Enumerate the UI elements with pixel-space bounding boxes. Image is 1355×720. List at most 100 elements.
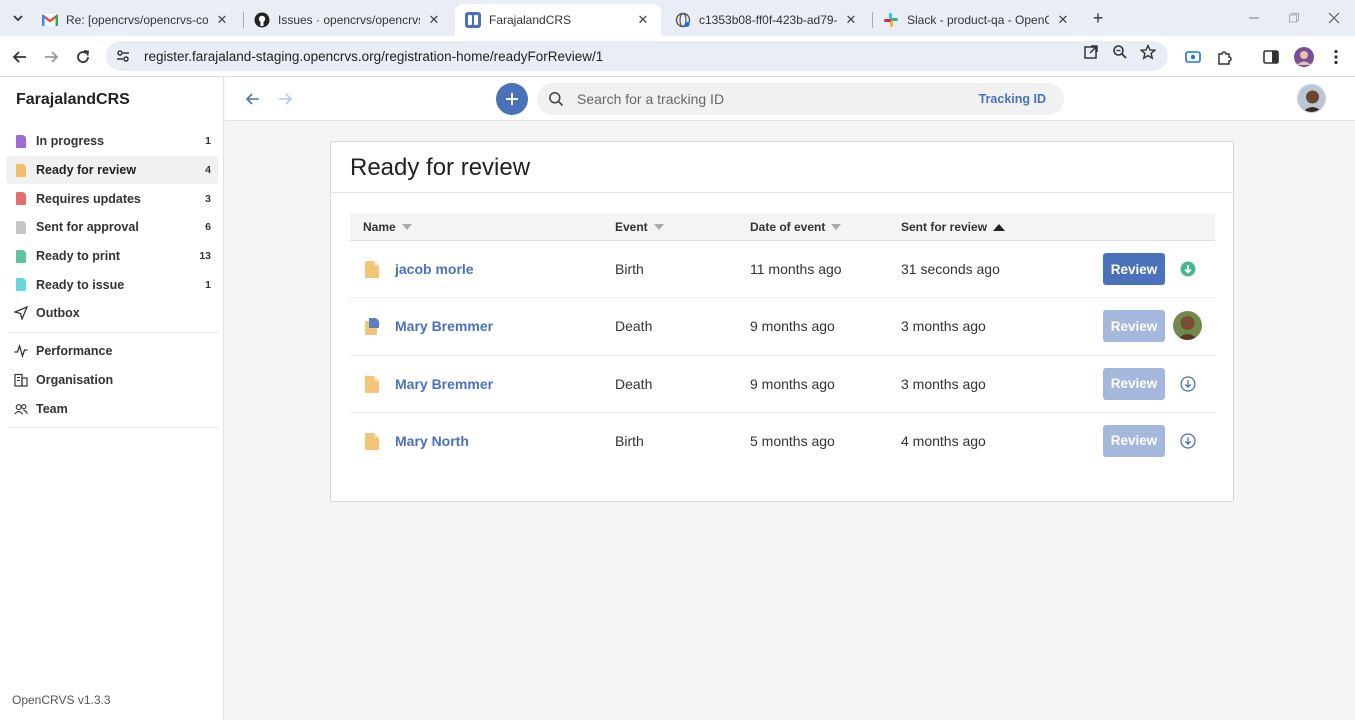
- search-bar: Tracking ID: [537, 83, 1064, 115]
- download-icon[interactable]: [1179, 375, 1197, 393]
- search-icon: [547, 90, 565, 108]
- record-sent-for-review: 31 seconds ago: [901, 261, 1000, 277]
- app-forward-button[interactable]: [275, 89, 295, 109]
- record-name-link[interactable]: jacob morle: [395, 261, 474, 277]
- record-name-link[interactable]: Mary North: [395, 433, 469, 449]
- browser-toolbar: register.farajaland-staging.opencrvs.org…: [0, 36, 1355, 77]
- minimize-button[interactable]: [1244, 8, 1264, 28]
- document-icon: [14, 249, 28, 263]
- sort-up-icon: [993, 223, 1006, 231]
- browser-tab-other[interactable]: c1353b08-ff0f-423b-ad79-c4d2 ✕: [665, 4, 869, 36]
- close-icon[interactable]: ✕: [426, 12, 442, 28]
- app-back-button[interactable]: [243, 89, 263, 109]
- sidebar-item-performance[interactable]: Performance: [6, 337, 218, 366]
- url-text: register.farajaland-staging.opencrvs.org…: [144, 48, 604, 64]
- sidebar-item-ready-for-review[interactable]: Ready for review 4: [6, 155, 218, 185]
- review-button[interactable]: Review: [1103, 367, 1165, 400]
- close-icon[interactable]: ✕: [1055, 12, 1071, 28]
- sidebar-item-organisation[interactable]: Organisation: [6, 366, 218, 395]
- sidebar-item-ready-to-print[interactable]: Ready to print 13: [6, 242, 218, 271]
- document-icon: [14, 163, 28, 177]
- column-header-label: Date of event: [750, 220, 826, 234]
- zoom-icon[interactable]: [1111, 43, 1129, 61]
- record-name-link[interactable]: Mary Bremmer: [395, 318, 493, 334]
- arrow-right-icon: [45, 51, 59, 63]
- opencrvs-icon: [465, 12, 481, 28]
- building-icon: [14, 373, 28, 387]
- sidebar-item-count: 6: [205, 221, 211, 234]
- sidebar-item-in-progress[interactable]: In progress 1: [6, 127, 218, 156]
- send-icon: [14, 306, 28, 321]
- document-icon: [14, 192, 28, 206]
- browser-tab-strip: Re: [opencrvs/opencrvs-core] S ✕ Issues …: [0, 0, 1355, 36]
- sidebar-item-sent-for-approval[interactable]: Sent for approval 6: [6, 213, 218, 242]
- tab-title: Slack - product-qa - OpenCRVS: [907, 13, 1049, 27]
- restore-button[interactable]: [1284, 8, 1304, 28]
- record-sent-for-review: 3 months ago: [901, 318, 986, 335]
- side-panel-icon[interactable]: [1260, 46, 1282, 68]
- browser-tab-slack[interactable]: Slack - product-qa - OpenCRVS ✕: [873, 4, 1081, 36]
- search-input[interactable]: [577, 91, 979, 107]
- sidebar-item-count: 4: [205, 164, 211, 177]
- sidebar: FarajalandCRS In progress 1 Ready for re…: [0, 77, 224, 720]
- sidebar-item-label: Ready to issue: [36, 277, 125, 292]
- review-button[interactable]: Review: [1103, 310, 1165, 343]
- open-in-app-icon[interactable]: [1082, 43, 1100, 61]
- search-type-selector[interactable]: Tracking ID: [979, 92, 1046, 106]
- review-button[interactable]: Review: [1103, 424, 1165, 457]
- user-avatar[interactable]: [1297, 84, 1326, 113]
- column-header-date-of-event[interactable]: Date of event: [750, 220, 842, 234]
- download-icon[interactable]: [1179, 432, 1197, 450]
- profile-avatar[interactable]: [1293, 46, 1315, 68]
- record-event: Death: [615, 318, 653, 335]
- tab-title: Issues · opencrvs/opencrvs-core: [278, 13, 420, 27]
- browser-back-button[interactable]: [8, 45, 32, 69]
- assigned-user-avatar[interactable]: [1173, 311, 1202, 341]
- app-version: OpenCRVS v1.3.3: [12, 693, 111, 707]
- review-button[interactable]: Review: [1103, 253, 1165, 285]
- users-icon: [14, 402, 28, 416]
- column-header-event[interactable]: Event: [615, 220, 664, 234]
- browser-tab-github[interactable]: Issues · opencrvs/opencrvs-core ✕: [244, 4, 452, 36]
- tab-title: FarajalandCRS: [489, 13, 572, 27]
- table-row: Mary Bremmer Death 9 months ago 3 months…: [350, 298, 1215, 356]
- close-icon[interactable]: ✕: [214, 12, 230, 28]
- table-row: Mary Bremmer Death 9 months ago 3 months…: [350, 356, 1215, 413]
- browser-tab-gmail[interactable]: Re: [opencrvs/opencrvs-core] S ✕: [32, 4, 240, 36]
- sidebar-item-label: Ready to print: [36, 249, 121, 264]
- tab-search-button[interactable]: [6, 7, 30, 29]
- create-new-event-button[interactable]: [496, 83, 528, 115]
- sidebar-item-requires-updates[interactable]: Requires updates 3: [6, 184, 218, 213]
- close-icon[interactable]: ✕: [843, 12, 859, 28]
- sidebar-divider: [8, 426, 218, 428]
- extensions-icon[interactable]: [1214, 46, 1236, 68]
- title-divider: [331, 192, 1233, 193]
- browser-menu-icon[interactable]: [1325, 46, 1347, 68]
- window-close-button[interactable]: [1324, 8, 1344, 28]
- close-icon[interactable]: ✕: [635, 12, 651, 28]
- new-tab-button[interactable]: +: [1088, 8, 1108, 28]
- document-icon: [365, 375, 379, 393]
- sidebar-item-label: Outbox: [36, 306, 80, 321]
- record-name-link[interactable]: Mary Bremmer: [395, 376, 493, 392]
- sidebar-item-team[interactable]: Team: [6, 394, 218, 423]
- bookmark-star-icon[interactable]: [1139, 43, 1157, 61]
- workqueue-card: Ready for review Name Event Date of even…: [330, 141, 1234, 502]
- sidebar-item-ready-to-issue[interactable]: Ready to issue 1: [6, 270, 218, 299]
- site-settings-icon[interactable]: [114, 47, 132, 65]
- record-date-of-event: 5 months ago: [750, 432, 835, 449]
- sidebar-item-count: 1: [205, 278, 211, 291]
- record-date-of-event: 9 months ago: [750, 318, 835, 335]
- browser-reload-button[interactable]: [71, 45, 95, 69]
- sidebar-item-label: Ready for review: [36, 163, 137, 178]
- page-title: Ready for review: [350, 154, 531, 181]
- browser-forward-button[interactable]: [39, 45, 63, 69]
- sidebar-item-outbox[interactable]: Outbox: [6, 299, 218, 328]
- column-header-sent-for-review[interactable]: Sent for review: [901, 220, 1006, 234]
- restore-icon: [1289, 13, 1299, 23]
- address-bar[interactable]: register.farajaland-staging.opencrvs.org…: [106, 41, 1168, 71]
- screen-capture-icon[interactable]: [1182, 46, 1204, 68]
- document-icon: [14, 278, 28, 292]
- column-header-name[interactable]: Name: [363, 220, 412, 234]
- browser-tab-farajalandcrs[interactable]: FarajalandCRS ✕: [455, 4, 661, 36]
